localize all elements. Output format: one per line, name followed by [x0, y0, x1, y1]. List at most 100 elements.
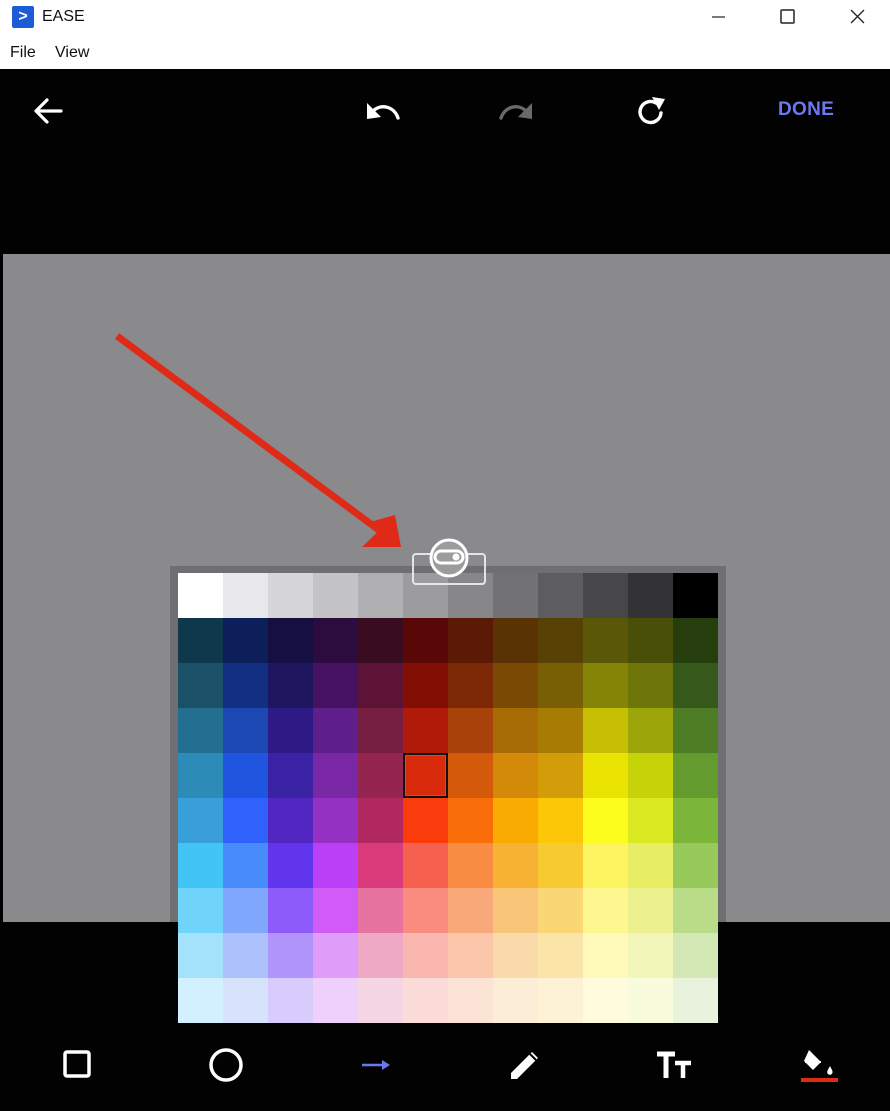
- menu-file[interactable]: File: [10, 44, 36, 62]
- color-swatch[interactable]: [628, 663, 673, 708]
- color-swatch[interactable]: [313, 843, 358, 888]
- color-swatch[interactable]: [223, 933, 268, 978]
- color-swatch[interactable]: [223, 708, 268, 753]
- color-swatch[interactable]: [538, 708, 583, 753]
- color-swatch[interactable]: [313, 798, 358, 843]
- close-button[interactable]: [835, 0, 881, 36]
- color-swatch[interactable]: [538, 753, 583, 798]
- color-swatch[interactable]: [628, 888, 673, 933]
- pencil-tool[interactable]: [506, 1046, 544, 1089]
- color-swatch[interactable]: [268, 888, 313, 933]
- color-swatch[interactable]: [403, 843, 448, 888]
- color-swatch[interactable]: [673, 573, 718, 618]
- color-swatch[interactable]: [358, 798, 403, 843]
- color-swatch[interactable]: [223, 573, 268, 618]
- color-swatch[interactable]: [583, 708, 628, 753]
- color-swatch[interactable]: [358, 933, 403, 978]
- color-swatch[interactable]: [493, 888, 538, 933]
- color-swatch[interactable]: [223, 798, 268, 843]
- color-swatch[interactable]: [313, 888, 358, 933]
- color-swatch[interactable]: [628, 573, 673, 618]
- text-tool[interactable]: [655, 1046, 695, 1089]
- color-swatch[interactable]: [178, 663, 223, 708]
- color-swatch[interactable]: [448, 798, 493, 843]
- color-swatch[interactable]: [358, 753, 403, 798]
- color-swatch[interactable]: [403, 708, 448, 753]
- color-swatch[interactable]: [358, 618, 403, 663]
- color-swatch[interactable]: [178, 888, 223, 933]
- color-swatch[interactable]: [583, 978, 628, 1023]
- color-swatch[interactable]: [493, 843, 538, 888]
- color-swatch[interactable]: [673, 708, 718, 753]
- color-swatch[interactable]: [403, 798, 448, 843]
- color-swatch[interactable]: [448, 663, 493, 708]
- refresh-button[interactable]: [634, 95, 668, 134]
- color-swatch[interactable]: [583, 933, 628, 978]
- color-swatch[interactable]: [673, 978, 718, 1023]
- color-swatch[interactable]: [673, 933, 718, 978]
- color-swatch[interactable]: [268, 978, 313, 1023]
- color-swatch[interactable]: [268, 798, 313, 843]
- color-swatch[interactable]: [268, 618, 313, 663]
- color-swatch[interactable]: [403, 978, 448, 1023]
- color-swatch[interactable]: [493, 753, 538, 798]
- color-swatch[interactable]: [538, 843, 583, 888]
- color-swatch[interactable]: [403, 933, 448, 978]
- color-swatch[interactable]: [673, 888, 718, 933]
- back-button[interactable]: [31, 96, 65, 131]
- color-swatch[interactable]: [493, 978, 538, 1023]
- color-swatch[interactable]: [223, 753, 268, 798]
- color-swatch[interactable]: [583, 618, 628, 663]
- color-swatch[interactable]: [313, 573, 358, 618]
- minimize-button[interactable]: [696, 0, 742, 36]
- color-swatch[interactable]: [673, 798, 718, 843]
- color-swatch[interactable]: [448, 753, 493, 798]
- color-swatch[interactable]: [673, 618, 718, 663]
- color-swatch[interactable]: [178, 978, 223, 1023]
- color-swatch[interactable]: [628, 753, 673, 798]
- color-swatch[interactable]: [403, 888, 448, 933]
- color-swatch[interactable]: [448, 708, 493, 753]
- color-swatch[interactable]: [538, 663, 583, 708]
- color-swatch[interactable]: [538, 888, 583, 933]
- color-swatch[interactable]: [178, 708, 223, 753]
- color-swatch[interactable]: [583, 798, 628, 843]
- color-swatch[interactable]: [268, 708, 313, 753]
- color-swatch[interactable]: [223, 843, 268, 888]
- color-swatch[interactable]: [448, 888, 493, 933]
- color-swatch[interactable]: [223, 888, 268, 933]
- color-swatch[interactable]: [583, 843, 628, 888]
- color-swatch[interactable]: [223, 978, 268, 1023]
- color-swatch[interactable]: [538, 933, 583, 978]
- color-swatch[interactable]: [268, 753, 313, 798]
- color-swatch[interactable]: [313, 618, 358, 663]
- color-swatch[interactable]: [673, 843, 718, 888]
- color-swatch[interactable]: [223, 618, 268, 663]
- redo-button[interactable]: [497, 97, 535, 130]
- color-swatch[interactable]: [313, 708, 358, 753]
- arrow-tool[interactable]: [359, 1046, 393, 1089]
- color-swatch[interactable]: [628, 978, 673, 1023]
- color-swatch[interactable]: [493, 618, 538, 663]
- color-swatch[interactable]: [493, 933, 538, 978]
- color-swatch[interactable]: [313, 978, 358, 1023]
- color-swatch[interactable]: [358, 843, 403, 888]
- color-swatch[interactable]: [178, 618, 223, 663]
- color-swatch[interactable]: [583, 663, 628, 708]
- color-swatch[interactable]: [538, 978, 583, 1023]
- color-swatch[interactable]: [448, 933, 493, 978]
- color-swatch[interactable]: [268, 933, 313, 978]
- color-swatch[interactable]: [493, 573, 538, 618]
- color-swatch[interactable]: [583, 573, 628, 618]
- color-swatch[interactable]: [178, 933, 223, 978]
- color-swatch[interactable]: [178, 798, 223, 843]
- color-swatch[interactable]: [628, 933, 673, 978]
- rotate-handle-icon[interactable]: [412, 536, 486, 586]
- color-swatch[interactable]: [268, 573, 313, 618]
- color-swatch[interactable]: [583, 753, 628, 798]
- color-swatch[interactable]: [628, 708, 673, 753]
- color-swatch[interactable]: [583, 888, 628, 933]
- color-swatch[interactable]: [313, 933, 358, 978]
- color-swatch[interactable]: [493, 663, 538, 708]
- color-swatch[interactable]: [358, 708, 403, 753]
